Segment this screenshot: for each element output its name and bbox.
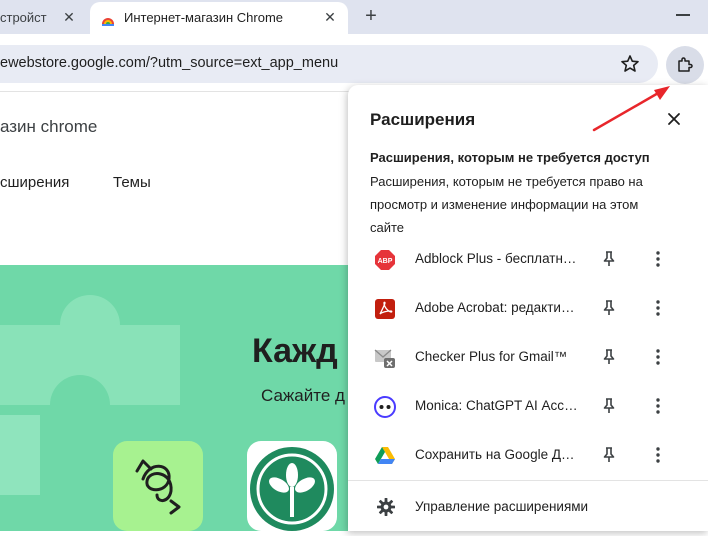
swirl-arrow-icon	[135, 459, 181, 515]
tab-active[interactable]: Интернет-магазин Chrome	[90, 2, 348, 34]
abp-icon-text: ABP	[378, 258, 393, 265]
featured-app-tile[interactable]	[247, 441, 337, 531]
chrome-webstore-favicon-icon	[102, 18, 114, 26]
more-options-icon[interactable]	[650, 396, 666, 416]
more-options-icon[interactable]	[650, 298, 666, 318]
extension-name: Adobe Acrobat: редактирование PDF	[415, 300, 581, 315]
bookmark-star-icon[interactable]	[620, 54, 640, 74]
more-options-icon[interactable]	[650, 445, 666, 465]
tab-strip: стройст ✕ Интернет-магазин Chrome ✕ +	[0, 0, 708, 34]
tab-title: стройст	[0, 9, 47, 25]
section-heading: Расширения, которым не требуется доступ	[370, 150, 650, 165]
extension-name: Monica: ChatGPT AI Ассистент	[415, 398, 581, 413]
popup-title: Расширения	[370, 110, 476, 129]
monica-icon	[374, 396, 396, 418]
tab-title: Интернет-магазин Chrome	[124, 10, 284, 25]
address-bar-url: ewebstore.google.com/?utm_source=ext_app…	[0, 55, 339, 71]
puzzle-piece-icon	[678, 57, 693, 72]
extensions-popup: Расширения Расширения, которым не требуе…	[348, 85, 708, 531]
tab-close-icon[interactable]: ✕	[60, 8, 78, 26]
manage-extensions-button[interactable]: Управление расширениями	[348, 490, 708, 524]
pin-icon[interactable]	[600, 348, 618, 366]
extensions-button[interactable]	[666, 46, 704, 84]
extension-item-checker-plus[interactable]: Checker Plus for Gmail™	[348, 337, 708, 377]
popup-divider	[348, 480, 708, 481]
tree-logo-icon	[250, 447, 334, 531]
featured-app-tile[interactable]	[113, 441, 203, 531]
hero-subtitle: Сажайте д	[261, 386, 345, 405]
more-options-icon[interactable]	[650, 347, 666, 367]
nav-themes-link[interactable]: Темы	[113, 174, 151, 191]
store-title: азин chrome	[0, 117, 98, 136]
pin-icon[interactable]	[600, 446, 618, 464]
checker-plus-icon	[374, 349, 395, 368]
extension-name: Adblock Plus - бесплатный блокировщик ре…	[415, 251, 581, 266]
extension-name: Checker Plus for Gmail™	[415, 349, 568, 364]
section-description: Расширения, которым не требуется право н…	[370, 174, 643, 235]
address-bar[interactable]: ewebstore.google.com/?utm_source=ext_app…	[0, 45, 658, 83]
adobe-acrobat-icon	[375, 299, 395, 319]
nav-extensions-link[interactable]: сширения	[0, 174, 69, 191]
extension-item-adblock-plus[interactable]: ABP Adblock Plus - бесплатный блокировщи…	[348, 239, 708, 279]
more-options-icon[interactable]	[650, 249, 666, 269]
hero-heading: Кажд	[252, 332, 338, 370]
new-tab-button[interactable]: +	[361, 5, 381, 27]
pin-icon[interactable]	[600, 397, 618, 415]
extension-item-adobe-acrobat[interactable]: Adobe Acrobat: редактирование PDF	[348, 288, 708, 328]
gear-icon	[377, 498, 395, 516]
annotation-arrow-icon	[592, 86, 670, 132]
pin-icon[interactable]	[600, 250, 618, 268]
minimize-window-icon[interactable]	[676, 14, 690, 16]
manage-extensions-label: Управление расширениями	[415, 499, 589, 514]
extension-name: Сохранить на Google Диске	[415, 447, 581, 462]
tab-close-icon[interactable]: ✕	[321, 8, 339, 26]
extension-item-monica[interactable]: Monica: ChatGPT AI Ассистент	[348, 386, 708, 426]
extension-item-google-drive[interactable]: Сохранить на Google Диске	[348, 435, 708, 475]
abp-icon: ABP	[375, 250, 395, 270]
pin-icon[interactable]	[600, 299, 618, 317]
google-drive-icon	[375, 447, 395, 464]
